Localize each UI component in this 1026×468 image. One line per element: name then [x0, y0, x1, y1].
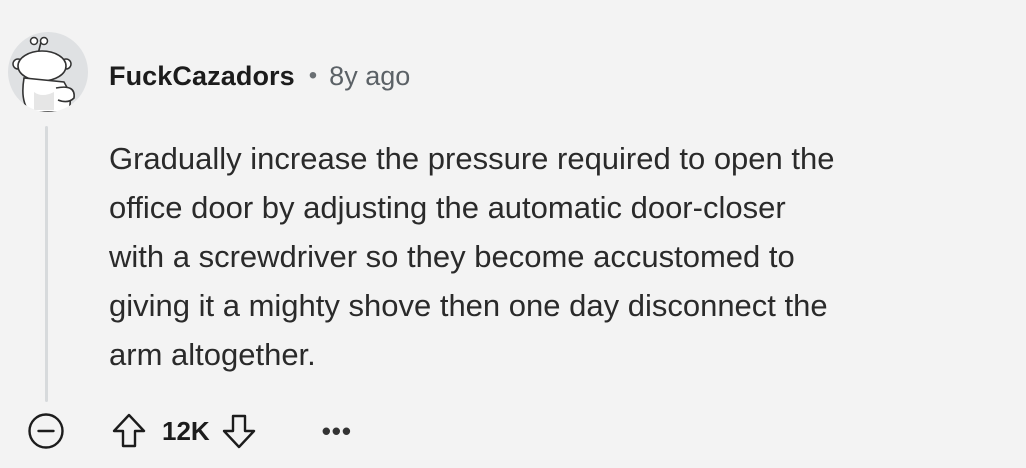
- meta-separator: •: [308, 62, 318, 89]
- comment-body-line: with a screwdriver so they become accust…: [109, 239, 795, 274]
- comment-body-line: giving it a mighty shove then one day di…: [109, 288, 828, 323]
- snoo-avatar-icon: [12, 36, 75, 112]
- arrow-down-icon: [222, 414, 255, 449]
- comment-body-line: arm altogether.: [109, 337, 316, 372]
- collapse-thread-button[interactable]: [27, 412, 65, 450]
- more-options-button[interactable]: •••: [322, 408, 352, 454]
- comment-actions: 12K •••: [106, 408, 352, 454]
- minus-circle-icon: [28, 413, 64, 449]
- comment-body: Gradually increase the pressure required…: [109, 134, 989, 379]
- comment: FuckCazadors • 8y ago Gradually increase…: [0, 0, 1026, 468]
- arrow-up-icon: [112, 413, 146, 448]
- user-avatar[interactable]: [8, 32, 88, 112]
- vote-score: 12K: [162, 415, 210, 446]
- comment-timestamp[interactable]: 8y ago: [329, 61, 410, 92]
- comment-body-line: office door by adjusting the automatic d…: [109, 190, 786, 225]
- username-link[interactable]: FuckCazadors: [109, 61, 295, 92]
- upvote-button[interactable]: [106, 408, 152, 454]
- comment-body-line: Gradually increase the pressure required…: [109, 141, 835, 176]
- thread-line[interactable]: [45, 126, 48, 402]
- downvote-button[interactable]: [216, 408, 262, 454]
- comment-header: FuckCazadors • 8y ago: [109, 56, 410, 96]
